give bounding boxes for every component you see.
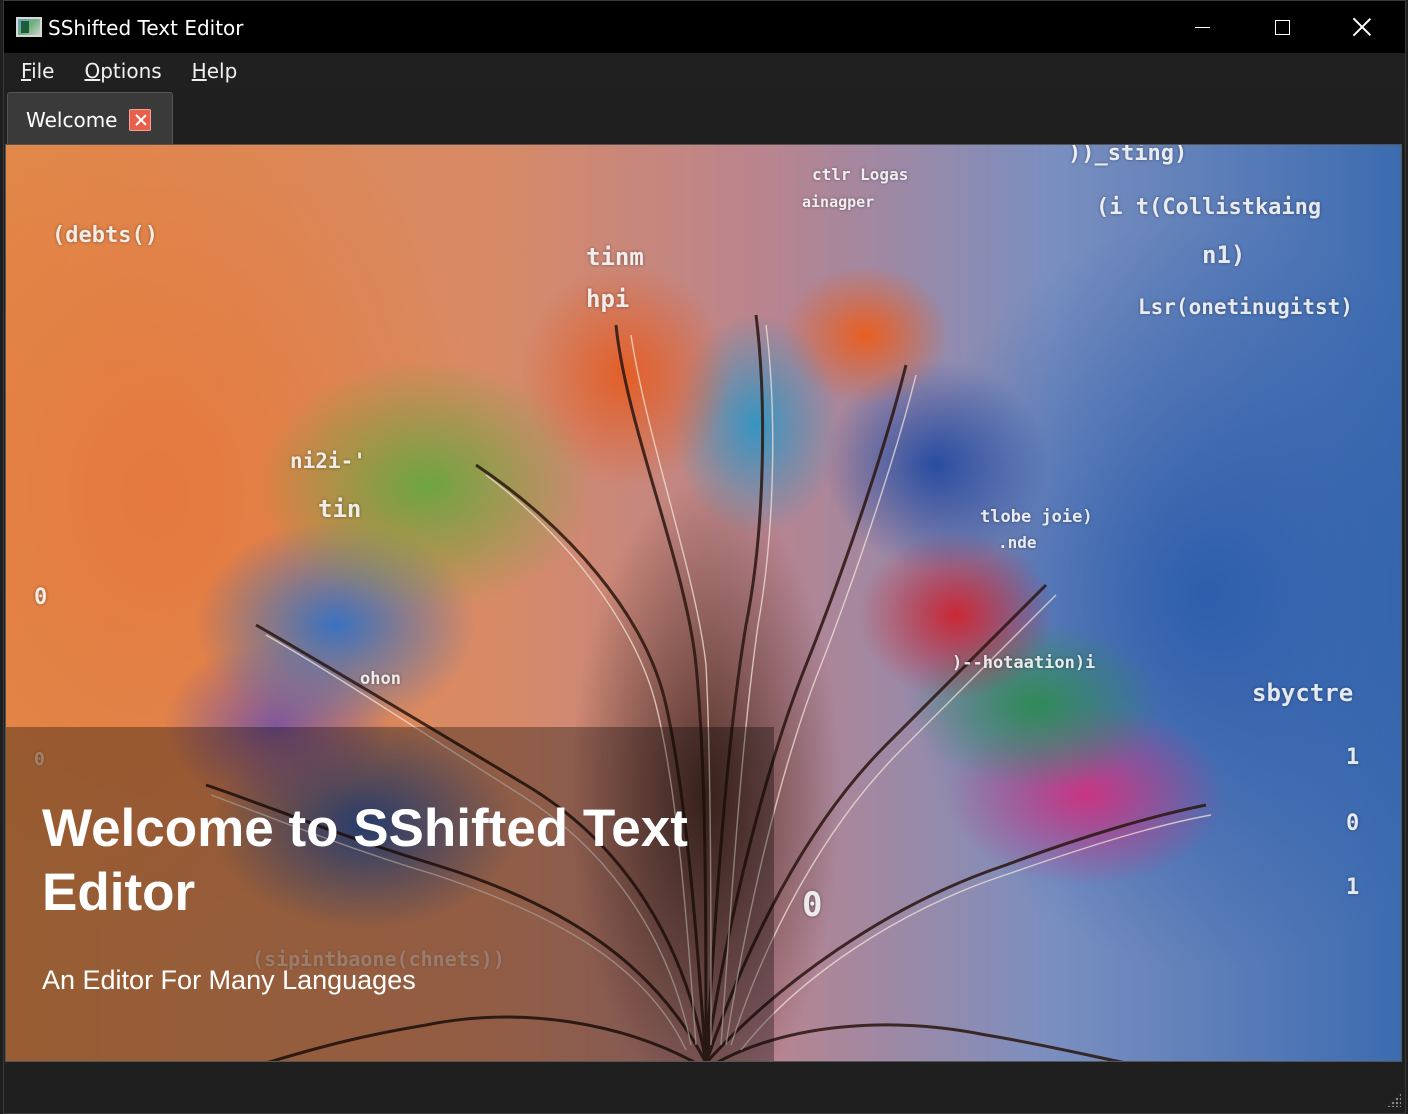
artwork-text: )--hotaation)i <box>952 653 1096 673</box>
menu-options[interactable]: Options <box>81 57 164 85</box>
welcome-page: (debts() ))_sting) (i t(Collistkaing ctl… <box>5 144 1402 1062</box>
menu-bar: File Options Help <box>4 53 1405 89</box>
status-bar <box>4 1063 1405 1113</box>
artwork-text: tinm <box>586 243 644 271</box>
artwork-text: (debts() <box>52 223 158 248</box>
window-title: SShifted Text Editor <box>48 16 244 40</box>
menu-file[interactable]: File <box>18 57 57 85</box>
artwork-text: tlobe joie) <box>980 507 1093 527</box>
tab-label: Welcome <box>26 107 118 132</box>
maximize-button[interactable] <box>1242 1 1322 53</box>
artwork-text: ))_sting) <box>1068 144 1188 166</box>
tab-close-icon[interactable] <box>129 108 152 131</box>
close-icon <box>1353 18 1371 36</box>
menu-help[interactable]: Help <box>189 57 241 85</box>
artwork-text: hpi <box>586 285 630 313</box>
app-icon <box>16 17 42 37</box>
artwork-text: ohon <box>360 669 401 689</box>
welcome-subtitle: An Editor For Many Languages <box>42 965 416 995</box>
maximize-icon <box>1274 19 1290 35</box>
minimize-icon <box>1194 26 1210 28</box>
artwork-text: Lsr(onetinugitst) <box>1138 295 1353 319</box>
artwork-text: 0 <box>802 885 823 925</box>
artwork-text: 1 <box>1346 875 1360 900</box>
artwork-text: ainagper <box>802 193 875 211</box>
artwork-text: 0 <box>1346 811 1360 836</box>
title-bar[interactable]: SShifted Text Editor <box>4 1 1405 53</box>
artwork-text: tin <box>318 495 362 523</box>
artwork-text: .nde <box>998 533 1037 552</box>
artwork-text: (i t(Collistkaing <box>1096 195 1322 220</box>
artwork-text: 0 <box>34 585 48 610</box>
app-window: SShifted Text Editor File Options Help W… <box>3 0 1406 1114</box>
tab-bar: Welcome <box>4 89 1405 146</box>
artwork-text: sbyctre <box>1252 679 1354 707</box>
minimize-button[interactable] <box>1162 1 1242 53</box>
welcome-title: Welcome to SShifted Text Editor <box>42 799 688 922</box>
artwork-text: n1) <box>1202 241 1246 269</box>
artwork-text: 1 <box>1346 745 1360 770</box>
artwork-text: ni2i-' <box>290 449 366 473</box>
tab-welcome[interactable]: Welcome <box>7 92 173 146</box>
artwork-text: ctlr Logas <box>812 165 909 184</box>
close-button[interactable] <box>1322 1 1402 53</box>
resize-grip-icon[interactable] <box>1387 1093 1401 1107</box>
